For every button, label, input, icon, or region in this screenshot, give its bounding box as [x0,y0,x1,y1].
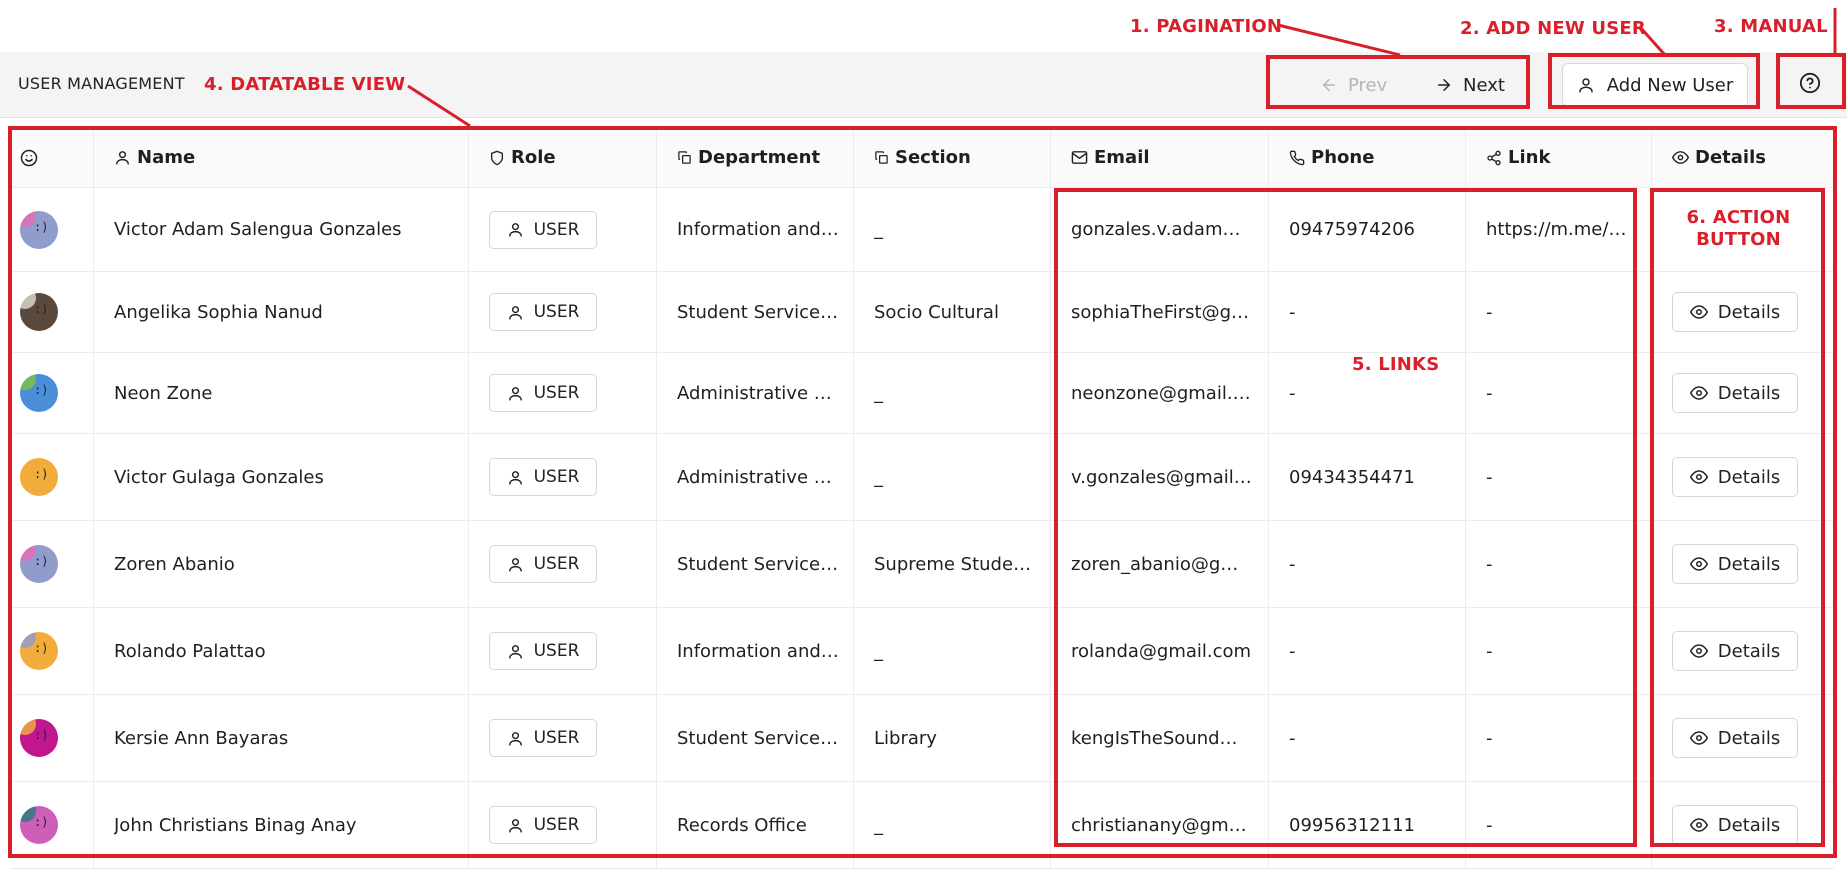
pagination-annotation-line [1277,23,1401,57]
pagination-highlight-box [1266,55,1530,109]
annotation-datatable-view: 4. DATATABLE VIEW [204,74,406,95]
annotation-manual: 3. MANUAL [1714,16,1828,37]
manual-highlight-box [1776,53,1846,109]
add-user-highlight-box [1548,53,1760,109]
annotation-add-new-user: 2. ADD NEW USER [1460,18,1646,39]
annotation-links: 5. LINKS [1352,354,1440,375]
action-button-highlight-box [1650,188,1825,847]
annotation-pagination: 1. PAGINATION [1130,16,1283,37]
page-title: USER MANAGEMENT [18,74,185,93]
user-management-page: USER MANAGEMENT Prev Next Add New User N… [0,0,1847,873]
annotation-action-button: 6. ACTION BUTTON [1686,207,1791,250]
links-highlight-box [1054,188,1637,847]
